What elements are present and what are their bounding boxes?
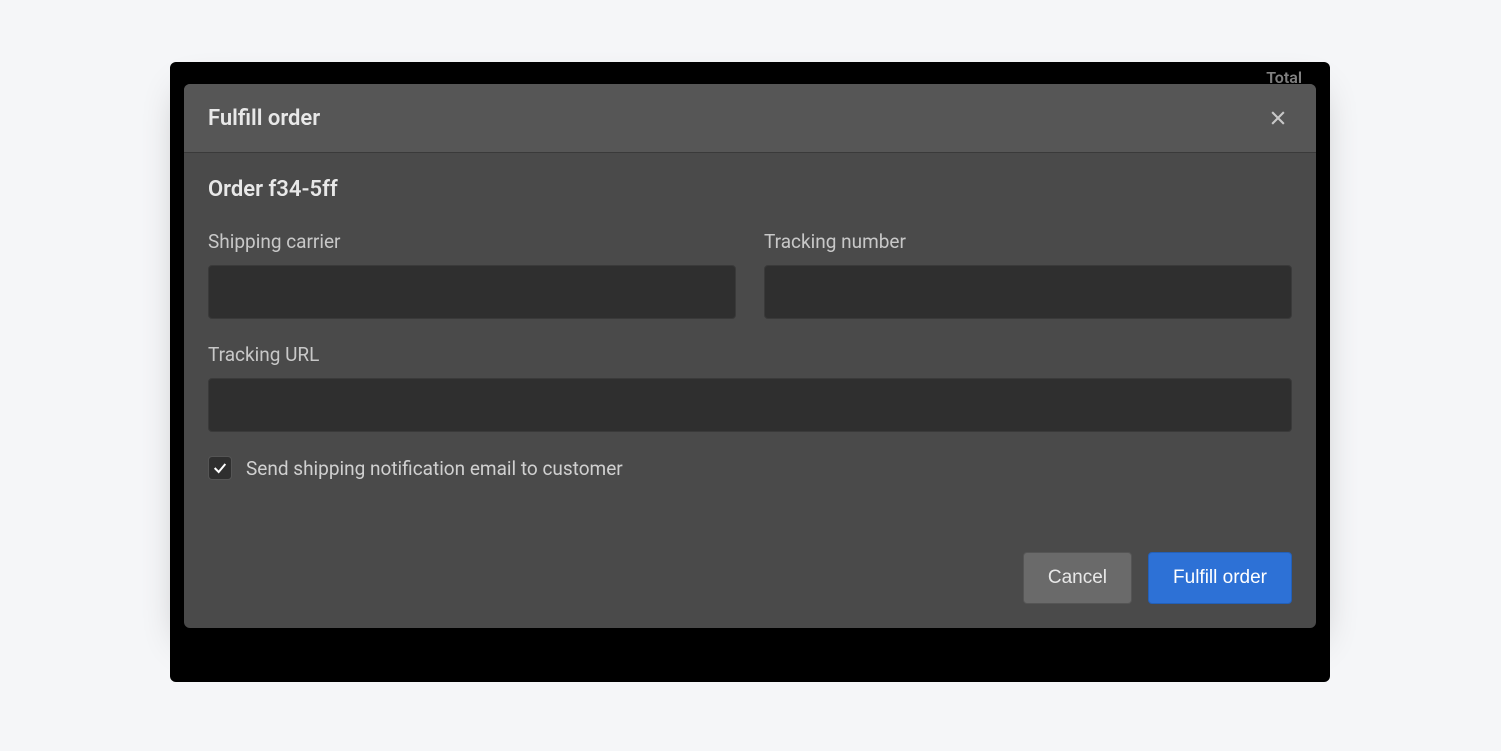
fulfill-order-button[interactable]: Fulfill order (1148, 552, 1292, 604)
notification-checkbox-row: Send shipping notification email to cust… (208, 456, 1292, 480)
tracking-number-input[interactable] (764, 265, 1292, 319)
cancel-button[interactable]: Cancel (1023, 552, 1132, 604)
modal-body: Order f34-5ff Shipping carrier Tracking … (184, 153, 1316, 552)
form-row-1: Shipping carrier Tracking number (208, 230, 1292, 319)
notification-checkbox-label: Send shipping notification email to cust… (246, 457, 623, 480)
tracking-number-group: Tracking number (764, 230, 1292, 319)
shipping-carrier-input[interactable] (208, 265, 736, 319)
modal-title: Fulfill order (208, 106, 320, 131)
tracking-url-input[interactable] (208, 378, 1292, 432)
shipping-carrier-group: Shipping carrier (208, 230, 736, 319)
notification-checkbox[interactable] (208, 456, 232, 480)
form-row-2: Tracking URL (208, 343, 1292, 432)
order-heading: Order f34-5ff (208, 177, 1292, 202)
modal-footer: Cancel Fulfill order (184, 552, 1316, 628)
modal-header: Fulfill order (184, 84, 1316, 153)
fulfill-order-modal: Fulfill order Order f34-5ff Shipping car… (184, 84, 1316, 628)
tracking-url-label: Tracking URL (208, 343, 1292, 366)
shipping-carrier-label: Shipping carrier (208, 230, 736, 253)
check-icon (212, 460, 228, 476)
close-icon (1268, 108, 1288, 128)
tracking-number-label: Tracking number (764, 230, 1292, 253)
tracking-url-group: Tracking URL (208, 343, 1292, 432)
close-button[interactable] (1264, 104, 1292, 132)
